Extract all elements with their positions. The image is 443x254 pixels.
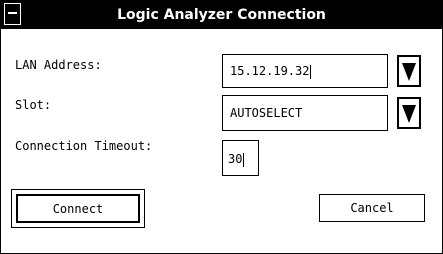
dialog-window: Logic Analyzer Connection LAN Address: 1…	[0, 0, 443, 254]
lan-address-value: 15.12.19.32	[230, 64, 310, 78]
window-title: Logic Analyzer Connection	[117, 7, 326, 23]
lan-address-dropdown-button[interactable]	[397, 55, 421, 87]
text-cursor	[243, 152, 245, 167]
title-bar[interactable]: Logic Analyzer Connection	[1, 1, 442, 29]
triangle-down-icon	[402, 105, 416, 123]
timeout-value: 30	[228, 152, 243, 166]
cancel-button[interactable]: Cancel	[319, 194, 425, 222]
slot-field[interactable]: AUTOSELECT	[222, 95, 388, 131]
text-cursor	[310, 64, 312, 79]
timeout-label: Connection Timeout:	[15, 139, 153, 153]
slot-dropdown-button[interactable]	[397, 97, 421, 129]
lan-address-input[interactable]: 15.12.19.32	[222, 54, 388, 88]
slot-label: Slot:	[15, 98, 52, 112]
timeout-input[interactable]: 30	[222, 140, 259, 176]
lan-address-label: LAN Address:	[15, 58, 102, 72]
slot-value: AUTOSELECT	[230, 106, 303, 120]
connect-button[interactable]: Connect	[16, 194, 140, 223]
triangle-down-icon	[402, 63, 416, 81]
